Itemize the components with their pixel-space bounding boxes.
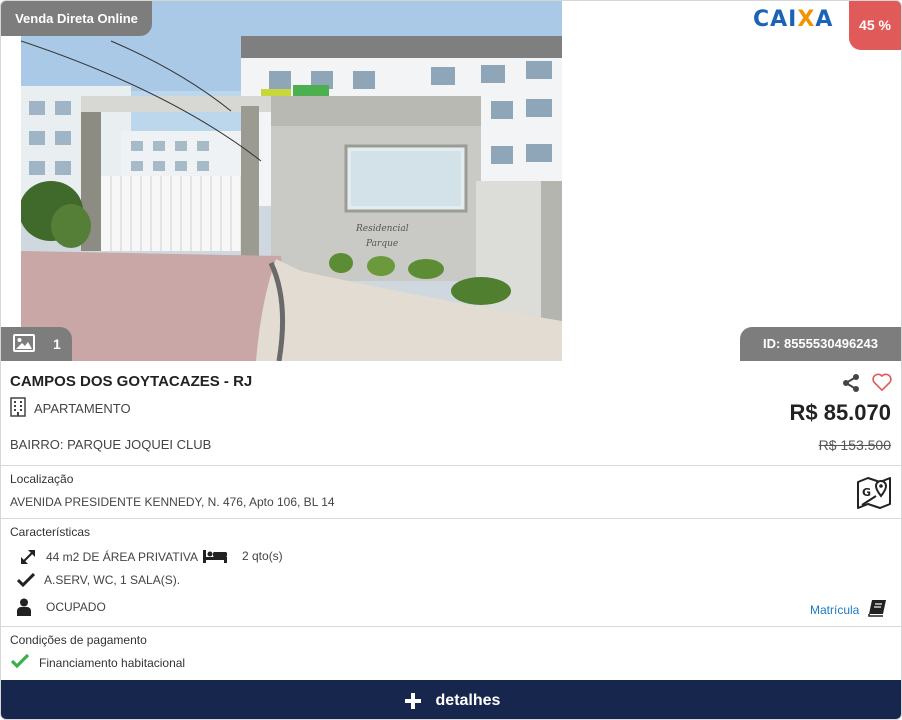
extras-value: A.SERV, WC, 1 SALA(S). — [44, 573, 181, 587]
plus-icon — [404, 688, 422, 714]
logo-text-part1: CAI — [753, 7, 798, 32]
property-type-row: APARTAMENTO — [10, 397, 131, 420]
property-photo-image: Residencial Parque — [21, 1, 562, 361]
details-button[interactable]: detalhes — [1, 680, 901, 719]
discount-badge: 45 % — [849, 1, 901, 50]
bed-icon — [202, 548, 228, 564]
svg-text:Residencial: Residencial — [355, 224, 409, 234]
property-card: Residencial Parque Venda Direta Online C… — [0, 0, 902, 720]
occupancy-status: OCUPADO — [46, 600, 106, 614]
property-address: AVENIDA PRESIDENTE KENNEDY, N. 476, Apto… — [10, 495, 335, 509]
property-id-badge: ID: 8555530496243 — [740, 327, 901, 361]
sale-type-badge: Venda Direta Online — [1, 1, 152, 36]
property-city: CAMPOS DOS GOYTACAZES - RJ — [10, 373, 253, 390]
payment-option: Financiamento habitacional — [10, 653, 186, 671]
features-title: Características — [10, 525, 91, 539]
green-check-icon — [10, 653, 30, 671]
book-icon — [867, 599, 887, 620]
logo-text-x: X — [797, 7, 816, 32]
matricula-link[interactable]: Matrícula — [810, 599, 887, 620]
person-icon — [14, 598, 34, 616]
current-price: R$ 85.070 — [789, 400, 891, 425]
extras-feature: A.SERV, WC, 1 SALA(S). — [16, 573, 180, 587]
details-label: detalhes — [435, 691, 501, 709]
property-photo[interactable]: Residencial Parque — [21, 1, 562, 361]
area-value: 44 m2 DE ÁREA PRIVATIVA — [46, 550, 199, 564]
location-title: Localização — [10, 472, 74, 486]
property-neighborhood: BAIRRO: PARQUE JOQUEI CLUB — [10, 437, 212, 452]
expand-arrows-icon — [18, 548, 38, 566]
property-type: APARTAMENTO — [34, 401, 131, 416]
svg-text:Parque: Parque — [365, 239, 398, 249]
logo-text-part2: A — [815, 7, 834, 32]
photo-count-badge[interactable]: 1 — [1, 327, 72, 361]
payment-option-label: Financiamento habitacional — [39, 655, 186, 670]
occupancy-feature: OCUPADO — [14, 598, 106, 616]
caixa-logo: CAIXA — [753, 7, 833, 32]
rooms-value: 2 qto(s) — [242, 549, 283, 563]
matricula-label: Matrícula — [810, 602, 860, 617]
share-icon[interactable] — [841, 373, 861, 398]
favorite-heart-icon[interactable] — [871, 372, 893, 397]
payment-title: Condições de pagamento — [10, 633, 147, 647]
divider — [1, 465, 901, 466]
original-price: R$ 153.500 — [818, 437, 891, 453]
building-icon — [10, 397, 26, 420]
divider — [1, 518, 901, 519]
rooms-feature: 2 qto(s) — [202, 548, 283, 564]
check-icon — [16, 573, 36, 587]
divider — [1, 626, 901, 627]
photo-count-value: 1 — [53, 336, 61, 352]
map-location-icon[interactable]: G — [856, 474, 892, 515]
svg-text:G: G — [862, 486, 871, 499]
image-icon — [13, 333, 35, 355]
area-feature: 44 m2 DE ÁREA PRIVATIVA — [18, 548, 198, 566]
